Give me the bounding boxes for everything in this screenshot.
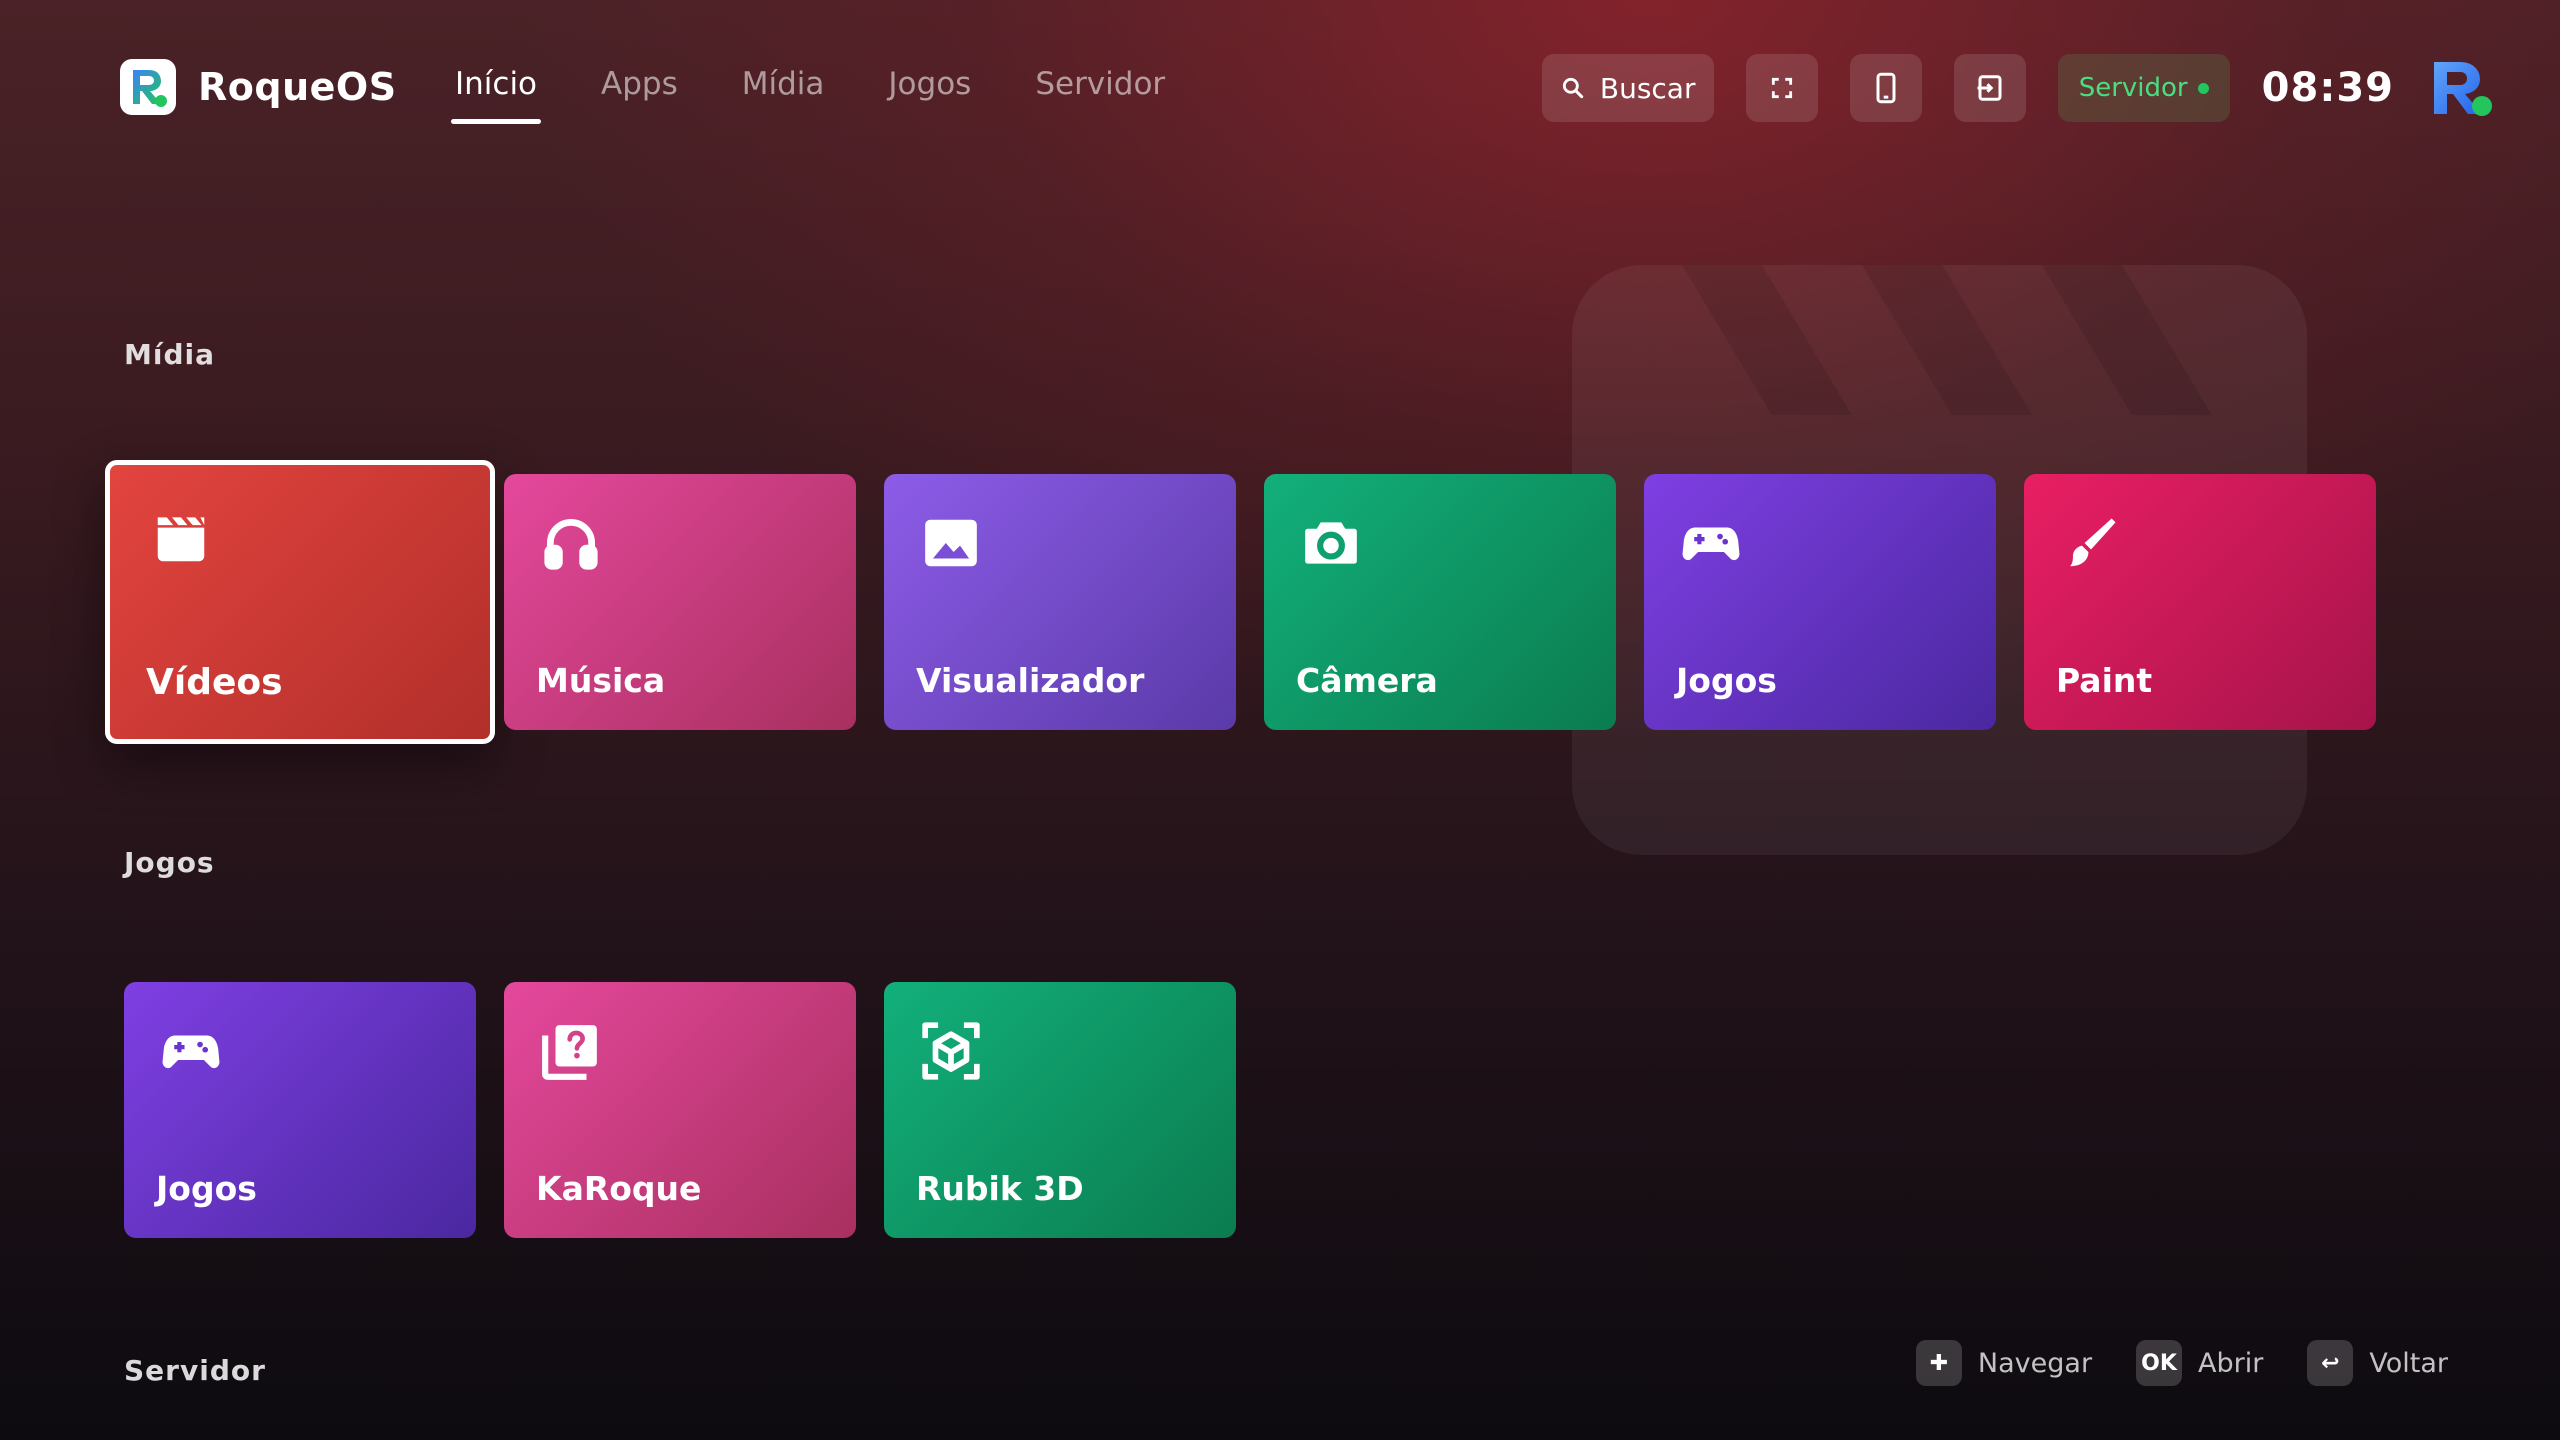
camera-icon xyxy=(1305,522,1357,564)
tile-jogos-media[interactable]: Jogos xyxy=(1644,474,1996,730)
search-button[interactable]: Buscar xyxy=(1541,54,1714,122)
cube-icon xyxy=(922,1022,980,1080)
section-title-servidor: Servidor xyxy=(124,1354,266,1387)
exit-icon xyxy=(1977,75,2002,101)
top-bar: RoqueOS Início Apps Mídia Jogos Servidor… xyxy=(0,0,2560,180)
clapperboard-icon xyxy=(157,517,205,562)
tab-servidor[interactable]: Servidor xyxy=(1035,66,1165,102)
profile-avatar-icon[interactable] xyxy=(2430,58,2496,118)
tile-camera[interactable]: Câmera xyxy=(1264,474,1616,730)
main-nav: Início Apps Mídia Jogos Servidor xyxy=(450,66,1229,124)
tile-label: Música xyxy=(536,661,666,700)
home-screen: RoqueOS Início Apps Mídia Jogos Servidor… xyxy=(0,0,2560,1440)
fullscreen-icon xyxy=(1771,77,1792,99)
tile-label: Jogos xyxy=(156,1169,257,1208)
phone-button[interactable] xyxy=(1849,54,1922,122)
server-status-label: Servidor xyxy=(2078,73,2188,103)
gamepad-icon xyxy=(1682,527,1740,561)
back-icon: ↩ xyxy=(2307,1340,2354,1386)
server-status-dot xyxy=(2197,82,2209,94)
fullscreen-button[interactable] xyxy=(1745,54,1818,122)
brand[interactable]: RoqueOS xyxy=(120,59,397,115)
control-hints: ✚ Navegar OK Abrir ↩ Voltar xyxy=(1872,1340,2448,1386)
tab-midia[interactable]: Mídia xyxy=(742,66,825,102)
tile-paint[interactable]: Paint xyxy=(2024,474,2376,730)
media-row: Vídeos Música Visualizador Câmera Jogos … xyxy=(105,460,2404,744)
tile-label: Vídeos xyxy=(146,662,283,703)
ok-key-icon: OK xyxy=(2136,1340,2183,1386)
hint-navegar: ✚ Navegar xyxy=(1915,1340,2093,1386)
brand-name: RoqueOS xyxy=(198,65,397,109)
hint-label: Navegar xyxy=(1977,1347,2093,1379)
tab-inicio[interactable]: Início xyxy=(450,66,542,124)
hint-label: Abrir xyxy=(2198,1347,2264,1379)
tab-jogos[interactable]: Jogos xyxy=(888,66,971,102)
hint-voltar: ↩ Voltar xyxy=(2307,1340,2448,1386)
dpad-icon: ✚ xyxy=(1915,1340,1962,1386)
tile-label: Rubik 3D xyxy=(916,1169,1084,1208)
tile-label: Jogos xyxy=(1676,661,1777,700)
tile-label: KaRoque xyxy=(536,1169,702,1208)
hint-label: Voltar xyxy=(2369,1347,2448,1379)
tab-apps[interactable]: Apps xyxy=(601,66,678,102)
tile-label: Visualizador xyxy=(916,661,1145,700)
header-actions: Buscar Servidor 08:39 xyxy=(1541,54,2496,122)
tile-musica[interactable]: Música xyxy=(504,474,856,730)
tile-videos[interactable]: Vídeos xyxy=(105,460,495,744)
search-icon xyxy=(1562,77,1584,99)
headphones-icon xyxy=(544,518,598,570)
brush-icon xyxy=(2070,518,2116,567)
server-status-button[interactable]: Servidor xyxy=(2057,54,2230,122)
tile-rubik-3d[interactable]: Rubik 3D xyxy=(884,982,1236,1238)
tile-jogos[interactable]: Jogos xyxy=(124,982,476,1238)
section-title-jogos: Jogos xyxy=(124,846,215,879)
gamepad-icon xyxy=(162,1035,220,1069)
tile-label: Paint xyxy=(2056,661,2153,700)
games-row: Jogos KaRoque Rubik 3D xyxy=(124,982,1264,1238)
clock: 08:39 xyxy=(2261,65,2394,111)
tile-label: Câmera xyxy=(1296,661,1438,700)
section-title-midia: Mídia xyxy=(124,338,215,371)
search-label: Buscar xyxy=(1599,71,1696,105)
hint-abrir: OK Abrir xyxy=(2136,1340,2263,1386)
phone-icon xyxy=(1876,72,1896,104)
roqueos-logo-icon xyxy=(120,59,176,115)
exit-button[interactable] xyxy=(1953,54,2026,122)
image-icon xyxy=(925,519,977,567)
quiz-icon xyxy=(542,1025,597,1080)
tile-visualizador[interactable]: Visualizador xyxy=(884,474,1236,730)
tile-karoque[interactable]: KaRoque xyxy=(504,982,856,1238)
